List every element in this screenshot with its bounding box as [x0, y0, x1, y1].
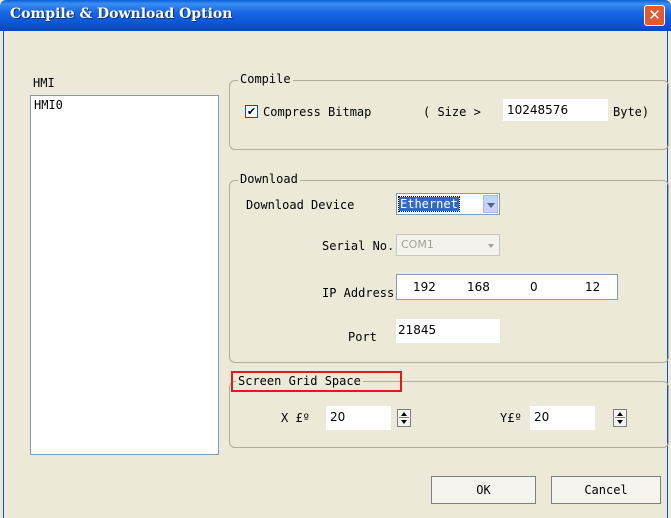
grid-y-value: 20	[534, 410, 550, 424]
cancel-button[interactable]: Cancel	[551, 476, 661, 504]
bitmap-size-field[interactable]: 10248576	[503, 99, 608, 121]
title-bar: Compile & Download Option ✕	[0, 0, 671, 31]
highlight-box	[231, 371, 402, 392]
list-item[interactable]: HMI0	[34, 98, 63, 112]
hmi-list[interactable]: HMI0	[30, 95, 219, 455]
serial-no-value: COM1	[401, 238, 434, 251]
grid-x-label: X £º	[281, 411, 310, 425]
dropdown-button[interactable]	[483, 195, 498, 213]
grid-y-label: Y£º	[500, 411, 522, 425]
ok-button[interactable]: OK	[431, 476, 536, 504]
download-device-select[interactable]: Ethernet	[396, 193, 500, 215]
spin-divider	[399, 417, 409, 418]
ip-address-label: IP Address	[322, 286, 395, 300]
serial-no-select[interactable]: COM1	[396, 234, 500, 256]
hmi-label: HMI	[33, 76, 55, 90]
grid-x-field[interactable]: 20	[326, 406, 391, 430]
ip-octet-2: 168	[467, 280, 490, 294]
grid-y-field[interactable]: 20	[530, 406, 595, 430]
port-field[interactable]: 21845	[396, 319, 500, 343]
grid-x-value: 20	[330, 410, 346, 424]
bitmap-size-value: 10248576	[507, 103, 569, 117]
size-prefix-label: ( Size >	[423, 105, 481, 119]
download-legend: Download	[238, 172, 300, 186]
spin-divider	[615, 417, 625, 418]
ip-octet-4: 12	[585, 280, 601, 294]
download-device-value: Ethernet	[398, 196, 460, 212]
grid-x-spinner[interactable]	[397, 409, 411, 427]
spin-up-icon	[401, 412, 407, 416]
close-icon: ✕	[648, 6, 661, 24]
chevron-down-icon	[487, 203, 495, 208]
serial-no-label: Serial No.	[322, 239, 395, 253]
compress-bitmap-checkbox[interactable]: ✔	[245, 105, 258, 118]
port-value: 21845	[398, 323, 437, 337]
compress-bitmap-label: Compress Bitmap	[263, 105, 372, 119]
spin-down-icon	[401, 420, 407, 424]
chevron-down-icon	[488, 244, 494, 248]
spin-up-icon	[617, 412, 623, 416]
ip-octet-1: 192	[413, 280, 436, 294]
check-icon: ✔	[246, 105, 257, 118]
download-device-label: Download Device	[246, 198, 355, 212]
close-button[interactable]: ✕	[644, 5, 665, 26]
compile-legend: Compile	[238, 72, 293, 86]
ip-octet-3: 0	[530, 280, 538, 294]
spin-down-icon	[617, 420, 623, 424]
ip-address-field[interactable]: 192 168 0 12	[396, 274, 618, 300]
window-title: Compile & Download Option	[10, 6, 233, 22]
size-unit-label: Byte)	[613, 105, 650, 119]
port-label: Port	[348, 330, 377, 344]
grid-y-spinner[interactable]	[613, 409, 627, 427]
